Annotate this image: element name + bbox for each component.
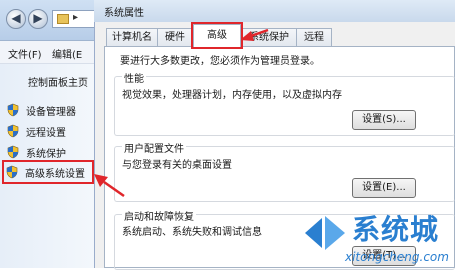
sidebar-item-remote-settings[interactable]: 远程设置: [6, 122, 98, 140]
sidebar-item-device-manager[interactable]: 设备管理器: [6, 101, 98, 119]
uac-shield-icon: [6, 165, 18, 179]
folder-icon: [57, 14, 69, 24]
dialog-titlebar: [94, 0, 455, 22]
uac-shield-icon: [7, 124, 19, 138]
forward-arrow-icon[interactable]: ▶: [28, 9, 48, 29]
menu-edit[interactable]: 编辑(E: [52, 46, 82, 61]
performance-group-title: 性能: [122, 70, 146, 85]
tab-computer-name[interactable]: 计算机名: [106, 28, 158, 47]
tab-system-protection[interactable]: 系统保护: [241, 28, 297, 47]
sidebar-item-label: 远程设置: [26, 128, 66, 139]
sidebar-item-label: 设备管理器: [26, 107, 76, 118]
sidebar-item-system-protection[interactable]: 系统保护: [6, 143, 98, 161]
back-arrow-icon[interactable]: ◀: [6, 9, 26, 29]
control-panel-home-link[interactable]: 控制面板主页: [28, 74, 88, 89]
user-profiles-group-title: 用户配置文件: [122, 140, 186, 155]
sidebar-item-advanced-system-settings[interactable]: 高级系统设置: [2, 160, 94, 184]
tab-hardware[interactable]: 硬件: [157, 28, 193, 47]
tab-remote[interactable]: 远程: [296, 28, 332, 47]
menu-bar: 文件(F) 编辑(E: [0, 41, 100, 64]
watermark-brand: 系统城: [352, 213, 440, 246]
startup-recovery-group-desc: 系统启动、系统失败和调试信息: [122, 227, 262, 238]
uac-shield-icon: [7, 103, 19, 117]
watermark-url: xitongcheng.com: [345, 250, 449, 264]
sidebar-item-label: 系统保护: [26, 149, 66, 160]
control-panel-sidebar: 控制面板主页 设备管理器 远程设置 系统保护 高级系统设置: [0, 64, 100, 268]
performance-group-desc: 视觉效果，处理器计划，内存使用，以及虚拟内存: [122, 90, 342, 101]
performance-settings-button[interactable]: 设置(S)...: [352, 110, 416, 130]
sidebar-item-label: 高级系统设置: [25, 169, 85, 180]
menu-file[interactable]: 文件(F): [8, 46, 42, 61]
xitongcheng-logo-icon: [305, 216, 345, 250]
tab-advanced[interactable]: 高级: [191, 22, 243, 49]
dialog-title: 系统属性: [104, 8, 144, 19]
chevron-right-icon: ▸: [73, 12, 79, 23]
uac-shield-icon: [7, 145, 19, 159]
control-panel-titlebar: ◀ ▶ ▸: [0, 0, 100, 41]
startup-recovery-group-title: 启动和故障恢复: [122, 208, 196, 223]
address-bar[interactable]: ▸: [52, 10, 96, 28]
user-profiles-group-desc: 与您登录有关的桌面设置: [122, 160, 232, 171]
admin-instruction: 要进行大多数更改，您必须作为管理员登录。: [120, 56, 320, 67]
user-profiles-settings-button[interactable]: 设置(E)...: [352, 178, 416, 198]
